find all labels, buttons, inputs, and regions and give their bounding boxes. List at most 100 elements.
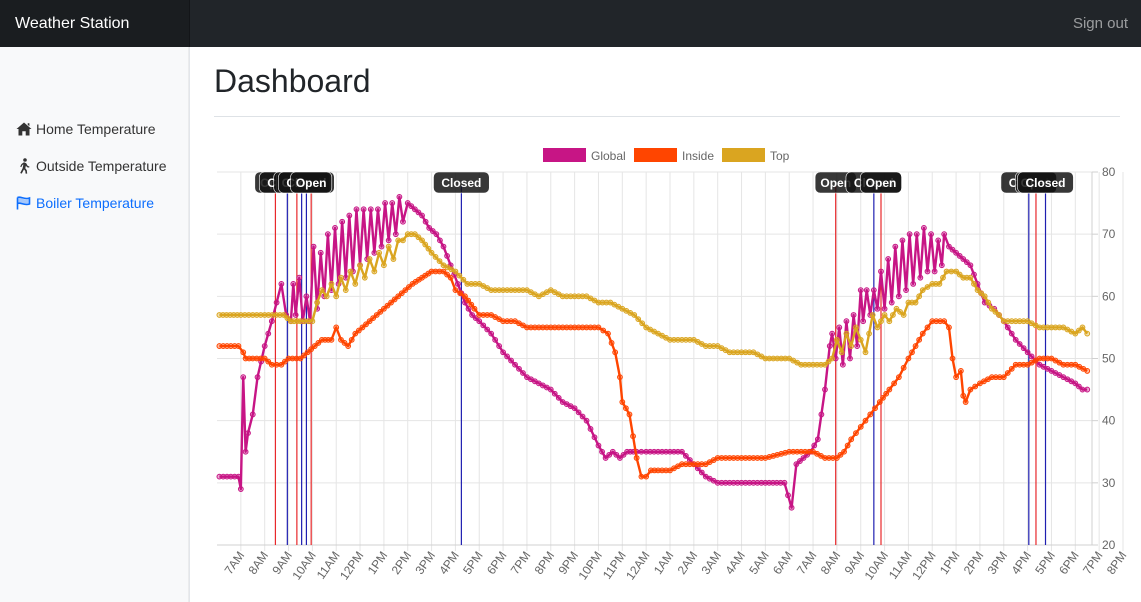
data-point: [919, 330, 926, 337]
data-point: [587, 426, 594, 432]
data-point: [432, 254, 439, 260]
data-point: [385, 243, 392, 250]
data-point: [361, 274, 368, 281]
data-point: [838, 349, 845, 356]
data-point: [917, 274, 924, 281]
walking-person-icon: [15, 158, 32, 174]
data-point: [912, 299, 919, 306]
home-icon: [15, 121, 32, 137]
data-point: [906, 231, 913, 238]
data-point: [1028, 353, 1035, 360]
data-point: [395, 237, 402, 244]
data-point: [240, 374, 247, 381]
data-point: [860, 318, 867, 325]
data-point: [866, 330, 872, 337]
legend-label-top: Top: [770, 149, 790, 163]
series-line-inside: [219, 270, 1088, 478]
data-point: [1016, 341, 1023, 347]
event-badge-text: Open: [296, 176, 327, 190]
data-point: [814, 436, 821, 443]
x-tick-label: 4PM: [1008, 549, 1034, 577]
data-point: [600, 327, 607, 334]
data-point: [622, 405, 629, 412]
x-tick-label: 1PM: [937, 549, 963, 577]
data-point: [940, 274, 946, 281]
data-point: [698, 469, 705, 476]
data-point: [484, 326, 491, 333]
data-point: [639, 320, 646, 327]
data-point: [972, 383, 979, 390]
data-point: [385, 237, 392, 244]
data-point: [881, 312, 888, 318]
data-point: [630, 433, 636, 440]
data-point: [941, 318, 948, 325]
data-point: [785, 492, 791, 499]
sidebar-item-boiler-temperature[interactable]: Boiler Temperature: [15, 191, 154, 215]
x-tick-label: 12PM: [337, 549, 366, 583]
brand-title[interactable]: Weather Station: [0, 0, 190, 47]
data-point: [869, 312, 876, 318]
data-point: [635, 316, 642, 323]
data-point: [551, 390, 558, 397]
y-tick-label: 20: [1102, 538, 1116, 552]
data-point: [941, 231, 948, 238]
temperature-chart: 203040506070807AM8AM9AM10AM11AM12PM1PM2P…: [216, 148, 1130, 583]
data-point: [347, 268, 354, 275]
data-point: [843, 318, 850, 325]
data-point: [452, 268, 459, 275]
sidebar-item-home-temperature[interactable]: Home Temperature: [15, 117, 156, 141]
x-tick-label: 2AM: [675, 549, 701, 577]
x-tick-label: 3AM: [699, 549, 725, 577]
data-point: [981, 293, 988, 300]
data-point: [895, 374, 902, 381]
data-point: [857, 423, 864, 430]
data-point: [863, 287, 870, 294]
data-point: [400, 237, 406, 244]
data-point: [1004, 324, 1011, 331]
y-tick-label: 60: [1102, 289, 1116, 303]
event-badge-text: Open: [866, 176, 897, 190]
data-point: [367, 206, 374, 213]
series-line-global: [219, 195, 1088, 509]
data-point: [862, 417, 869, 424]
data-point: [867, 411, 874, 418]
data-point: [788, 504, 795, 511]
data-point: [249, 411, 256, 418]
data-point: [885, 256, 892, 262]
data-point: [324, 231, 331, 238]
data-point: [436, 258, 443, 265]
data-point: [1024, 349, 1031, 356]
data-point: [892, 243, 899, 250]
x-tick-label: 10AM: [862, 549, 891, 583]
x-tick-label: 8AM: [246, 549, 272, 577]
data-point: [913, 231, 920, 238]
data-point: [626, 411, 633, 418]
x-tick-label: 8PM: [1104, 549, 1130, 577]
data-point: [847, 355, 853, 362]
data-point: [235, 343, 242, 349]
legend-swatch-top: [722, 148, 765, 162]
data-point: [265, 330, 272, 337]
sign-out-link[interactable]: Sign out: [1073, 0, 1128, 47]
data-point: [924, 284, 931, 290]
x-tick-label: 12AM: [623, 549, 652, 583]
data-point: [874, 324, 881, 331]
data-point: [826, 343, 833, 349]
data-point: [612, 349, 619, 356]
data-point: [1084, 368, 1091, 374]
data-point: [575, 409, 582, 416]
data-point: [480, 322, 487, 329]
data-point: [839, 361, 846, 368]
data-point: [333, 293, 340, 300]
data-point: [996, 312, 1002, 318]
data-point: [591, 434, 598, 441]
x-tick-label: 8AM: [818, 549, 844, 577]
data-point: [242, 448, 249, 455]
data-point: [1004, 370, 1011, 376]
sidebar-item-outside-temperature[interactable]: Outside Temperature: [15, 154, 166, 178]
y-tick-label: 40: [1102, 414, 1116, 428]
legend-label-inside: Inside: [682, 149, 714, 163]
data-point: [829, 355, 836, 362]
data-point: [366, 256, 373, 262]
data-point: [516, 365, 522, 372]
